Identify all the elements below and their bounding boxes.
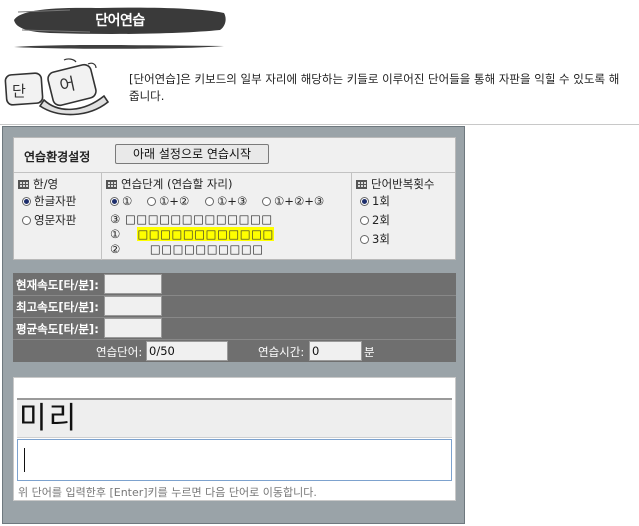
practice-time-label: 연습시간: [258,345,305,359]
max-speed-value [104,296,162,316]
key-row-top: ③ □□□□□□□□□□□□□ [110,212,273,226]
repeat-group: 단어반복횟수 1회 2회 3회 [352,172,456,260]
practice-panel: 연습환경설정 아래 설정으로 연습시작 한/영 한글자판 영문자판 연습단계 (… [2,126,465,524]
practice-time-value: 0 [309,341,362,361]
avg-speed-label: 평균속도[타/분]: [16,322,99,336]
typing-input[interactable] [17,439,452,481]
settings-title: 연습환경설정 [24,150,91,164]
progress-row: 연습단어: 0/50 연습시간: 0 분 [13,340,456,362]
current-speed-label: 현재속도[타/분]: [16,278,99,292]
avg-speed-row: 평균속도[타/분]: [13,317,456,340]
radio-icon[interactable] [147,197,156,206]
language-group: 한/영 한글자판 영문자판 [14,172,102,260]
radio-stage-1[interactable]: ① [110,194,132,208]
settings-header: 연습환경설정 아래 설정으로 연습시작 [14,138,455,173]
header-divider [0,124,639,125]
text-caret [24,448,25,472]
radio-korean-layout[interactable]: 한글자판 [22,193,76,209]
repeat-heading: 단어반복횟수 [356,176,434,192]
word-count-label: 연습단어: [96,345,143,359]
radio-icon[interactable] [205,197,214,206]
language-heading: 한/영 [18,176,58,192]
page-description: [단어연습]은 키보드의 일부 자리에 해당하는 키들로 이루어진 단어들을 통… [129,72,620,103]
header-brush-underline [14,45,224,49]
radio-repeat-2[interactable]: 2회 [360,212,390,228]
page-title: 단어연습 [95,13,145,29]
radio-stage-1-3[interactable]: ①+③ [205,194,247,208]
stage-heading: 연습단계 (연습할 자리) [106,176,233,192]
radio-stage-1-2-3[interactable]: ①+②+③ [262,194,324,208]
svg-text:단: 단 [12,82,26,100]
radio-selected-icon[interactable] [110,197,119,206]
radio-stage-1-2[interactable]: ①+② [147,194,189,208]
keyboard-grid-icon [106,180,117,189]
radio-repeat-1[interactable]: 1회 [360,193,390,209]
keyboard-grid-icon [18,180,29,189]
stage-group: 연습단계 (연습할 자리) ① ①+② ①+③ ①+②+③ ③ □□□□□□□□… [102,172,352,260]
key-row-bottom: ② □□□□□□□□□□ [110,242,264,256]
current-speed-row: 현재속도[타/분]: [13,273,456,296]
start-practice-button[interactable]: 아래 설정으로 연습시작 [115,144,269,164]
current-speed-value [104,274,162,294]
keyboard-grid-icon [356,180,367,189]
typing-area: 미리 위 단어를 입력한후 [Enter]키를 누르면 다음 단어로 이동합니다… [13,377,456,501]
radio-icon[interactable] [262,197,271,206]
radio-icon[interactable] [360,235,369,244]
avg-speed-value [104,318,162,338]
settings-box: 연습환경설정 아래 설정으로 연습시작 한/영 한글자판 영문자판 연습단계 (… [13,137,456,260]
word-count-value: 0/50 [146,341,228,361]
stats-box: 현재속도[타/분]: 최고속도[타/분]: 평균속도[타/분]: 연습단어: 0… [13,273,456,362]
radio-selected-icon[interactable] [22,197,31,206]
highlighted-practice-keys: □□□□□□□□□□□□ [137,227,274,241]
max-speed-label: 최고속도[타/분]: [16,300,99,314]
current-word-display: 미리 [17,398,452,438]
typing-hint: 위 단어를 입력한후 [Enter]키를 누르면 다음 단어로 이동합니다. [18,486,317,499]
radio-selected-icon[interactable] [360,197,369,206]
max-speed-row: 최고속도[타/분]: [13,295,456,318]
radio-icon[interactable] [360,216,369,225]
key-row-home: ① □□□□□□□□□□□□ [110,227,274,241]
practice-time-unit: 분 [364,345,375,359]
radio-repeat-3[interactable]: 3회 [360,231,390,247]
radio-english-layout[interactable]: 영문자판 [22,212,76,228]
word-practice-logo-icon: 단 어 [4,58,110,116]
radio-icon[interactable] [22,216,31,225]
